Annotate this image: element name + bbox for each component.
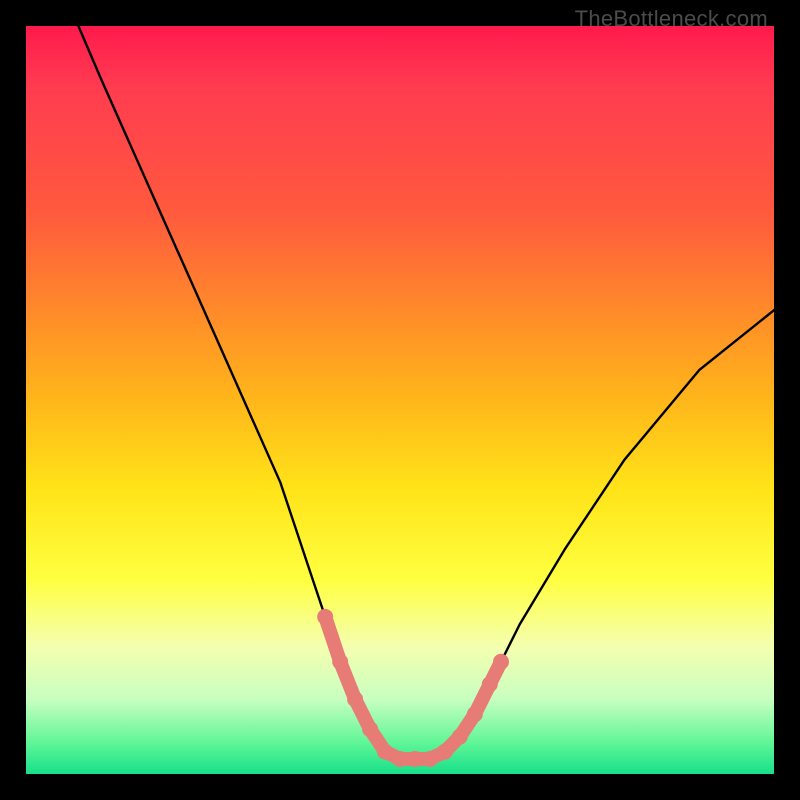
chart-frame: TheBottleneck.com: [0, 0, 800, 800]
trough-marker: [362, 721, 378, 737]
trough-marker: [422, 751, 438, 767]
plot-area: [26, 26, 774, 774]
trough-marker: [482, 676, 498, 692]
trough-marker: [407, 751, 423, 767]
markers-group: [317, 609, 509, 767]
curve-svg: [26, 26, 774, 774]
trough-marker: [467, 706, 483, 722]
trough-marker: [317, 609, 333, 625]
trough-marker: [392, 751, 408, 767]
watermark-text: TheBottleneck.com: [575, 6, 768, 32]
trough-marker: [332, 654, 348, 670]
series-group: [78, 26, 774, 759]
trough-marker: [347, 691, 363, 707]
trough-marker: [377, 744, 393, 760]
trough-marker: [437, 744, 453, 760]
trough-marker: [452, 729, 468, 745]
series-bottleneck-curve: [78, 26, 774, 759]
trough-marker: [493, 654, 509, 670]
